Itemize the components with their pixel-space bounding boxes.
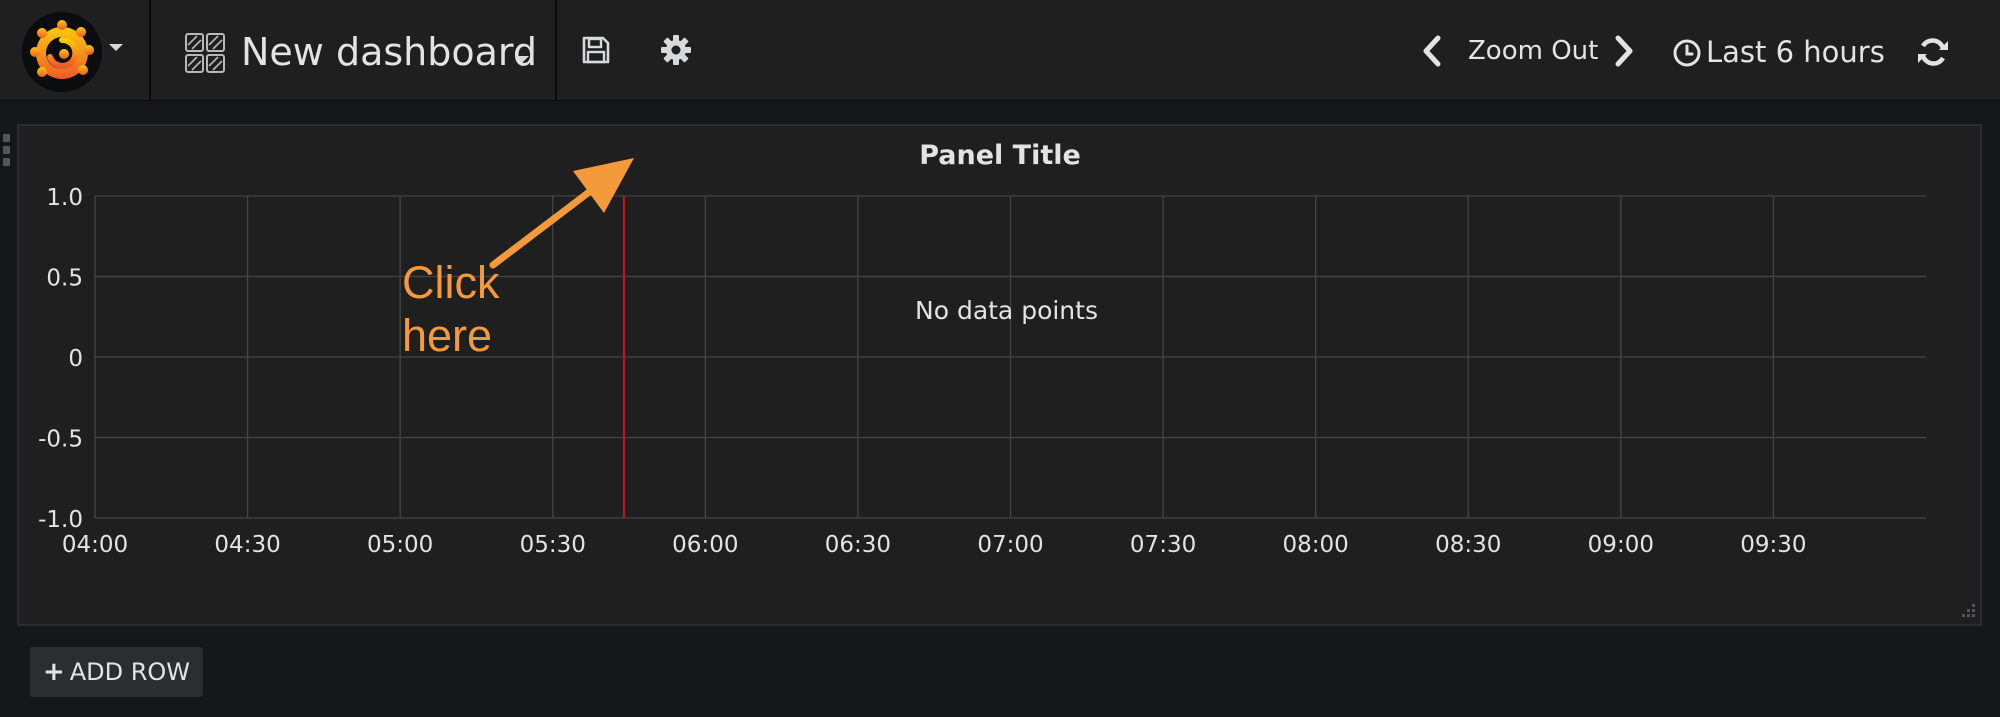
- annotation-line-1: Click: [402, 257, 500, 308]
- plus-icon: +: [42, 657, 65, 687]
- annotation-arrow: [489, 158, 634, 269]
- add-row-label: ADD ROW: [69, 658, 191, 686]
- annotation-line-2: here: [402, 310, 493, 361]
- add-row-button[interactable]: + ADD ROW: [30, 647, 203, 697]
- click-here-annotation: Click here: [402, 256, 500, 362]
